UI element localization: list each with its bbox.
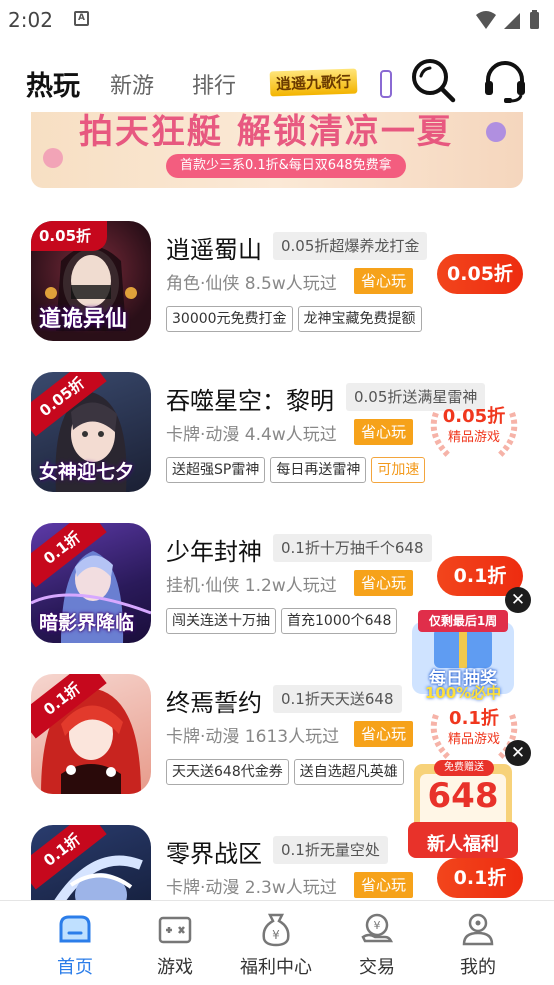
nav-label: 交易	[359, 957, 395, 978]
nav-label: 福利中心	[240, 957, 312, 978]
save-badge: 省心玩	[354, 872, 414, 898]
game-promo: 0.1折无量空处	[273, 836, 388, 864]
banner-subtitle: 首款少三系0.1折&每日双648免费拿	[166, 154, 406, 178]
headset-icon[interactable]	[480, 56, 530, 106]
game-tags: 30000元免费打金 龙神宝藏免费提额	[166, 306, 427, 332]
tab-hot[interactable]: 热玩	[26, 64, 80, 103]
trade-icon: ¥	[361, 913, 394, 943]
game-name: 逍遥蜀山	[166, 236, 262, 264]
thumbnail-caption: 道诡异仙	[39, 306, 128, 332]
game-promo: 0.1折天天送648	[273, 685, 402, 713]
game-meta: 挂机·仙侠 1.2w人玩过	[166, 576, 337, 596]
game-name: 终焉誓约	[166, 689, 262, 717]
nav-profile[interactable]: 我的	[428, 901, 528, 985]
banner-title: 拍天狂艇 解锁清凉一夏	[79, 112, 453, 152]
close-icon[interactable]: ✕	[505, 740, 531, 766]
game-name: 零界战区	[166, 840, 262, 868]
gift-label: 新人福利	[427, 834, 499, 855]
close-icon[interactable]: ✕	[505, 587, 531, 613]
game-tag: 送超强SP雷神	[166, 457, 266, 483]
top-nav: 热玩 新游 排行 逍遥九歌行	[0, 52, 554, 112]
laurel-discount: 0.05折	[442, 406, 506, 427]
thumbnail-caption: 女神迎七夕	[39, 461, 135, 483]
game-thumbnail[interactable]: 0.1折	[31, 674, 151, 794]
battery-icon	[530, 12, 539, 29]
lottery-line2: 100%必中	[424, 684, 502, 702]
list-item[interactable]: 0.05折 道诡异仙 逍遥蜀山 0.05折超爆养龙打金 角色·仙侠 8.5w人玩…	[0, 200, 554, 341]
money-bag-icon: ¥	[262, 913, 290, 947]
save-badge: 省心玩	[354, 570, 414, 596]
bottom-nav: 首页 游戏 ¥ 福利中心 ¥ 交易 我的	[0, 900, 554, 984]
save-badge: 省心玩	[354, 268, 414, 294]
status-time: 2:02	[8, 8, 53, 32]
discount-badge: 0.05折	[31, 221, 107, 251]
status-bar: 2:02 A	[0, 0, 554, 38]
search-icon[interactable]	[408, 56, 458, 106]
nav-games[interactable]: 游戏	[125, 901, 225, 985]
nav-label: 我的	[460, 957, 496, 978]
gift-float-ad[interactable]: 免费赠送 648 新人福利	[404, 760, 522, 860]
tab-new[interactable]: 新游	[110, 68, 154, 100]
save-badge: 省心玩	[354, 721, 414, 747]
game-meta: 角色·仙侠 8.5w人玩过	[166, 274, 337, 294]
svg-text:¥: ¥	[272, 928, 280, 942]
tab-ranking[interactable]: 排行	[192, 68, 236, 100]
game-promo: 0.05折超爆养龙打金	[273, 232, 428, 260]
game-tag: 送自选超凡英雄	[293, 759, 404, 785]
save-badge: 省心玩	[354, 419, 414, 445]
nav-label: 游戏	[157, 957, 193, 978]
game-meta: 卡牌·动漫 1613人玩过	[166, 727, 340, 747]
game-thumbnail[interactable]: 0.1折 暗影界降临	[31, 523, 151, 643]
gamepad-icon	[158, 916, 192, 944]
game-meta: 卡牌·动漫 4.4w人玩过	[166, 425, 337, 445]
game-tags: 天天送648代金券 送自选超凡英雄	[166, 759, 409, 785]
list-item[interactable]: 0.05折 女神迎七夕 吞噬星空：黎明 0.05折送满星雷神 卡牌·动漫 4.4…	[0, 351, 554, 492]
nav-welfare[interactable]: ¥ 福利中心	[226, 901, 326, 985]
signal-icon	[504, 13, 520, 29]
game-name: 少年封神	[166, 538, 262, 566]
lottery-float-ad[interactable]: 仅剩最后1周 每日抽奖 100%必中	[404, 608, 522, 702]
laurel-badge: 0.05折 精品游戏	[426, 405, 522, 461]
accelerate-tag: 可加速	[371, 457, 426, 483]
game-tag: 天天送648代金券	[166, 759, 289, 785]
svg-text:¥: ¥	[374, 919, 381, 932]
promo-banner[interactable]: 拍天狂艇 解锁清凉一夏 首款少三系0.1折&每日双648免费拿	[31, 112, 523, 188]
game-tag: 每日再送雷神	[270, 457, 367, 483]
price-button[interactable]: 0.05折	[437, 254, 523, 294]
nav-label: 首页	[57, 957, 93, 978]
lottery-ribbon: 仅剩最后1周	[418, 610, 508, 632]
game-tags: 闯关连送十万抽 首充1000个648	[166, 608, 402, 634]
game-thumbnail[interactable]: 0.05折 女神迎七夕	[31, 372, 151, 492]
system-icons	[474, 9, 544, 35]
game-thumbnail[interactable]: 0.05折 道诡异仙	[31, 221, 151, 341]
tab-logo-game[interactable]: 逍遥九歌行	[269, 68, 358, 97]
tab-more-icon[interactable]	[380, 70, 392, 98]
notification-icon: A	[74, 11, 89, 26]
laurel-discount: 0.1折	[449, 708, 499, 729]
nav-trade[interactable]: ¥ 交易	[327, 901, 427, 985]
game-tag: 闯关连送十万抽	[166, 608, 276, 634]
game-tag: 首充1000个648	[281, 608, 398, 634]
home-icon	[59, 915, 91, 943]
gift-amount: 648	[427, 776, 499, 816]
gift-top-label: 免费赠送	[434, 760, 494, 776]
thumbnail-caption: 暗影界降临	[39, 612, 135, 634]
game-tag: 30000元免费打金	[166, 306, 293, 332]
laurel-label: 精品游戏	[447, 430, 500, 445]
wifi-icon	[476, 11, 496, 29]
game-tags: 送超强SP雷神 每日再送雷神 可加速	[166, 457, 430, 483]
profile-icon	[462, 913, 494, 946]
nav-home[interactable]: 首页	[25, 901, 125, 985]
game-meta: 卡牌·动漫 2.3w人玩过	[166, 878, 337, 898]
game-name: 吞噬星空：黎明	[166, 387, 334, 415]
price-button[interactable]: 0.1折	[437, 858, 523, 898]
game-tag: 龙神宝藏免费提额	[297, 306, 422, 332]
game-promo: 0.1折十万抽千个648	[273, 534, 432, 562]
